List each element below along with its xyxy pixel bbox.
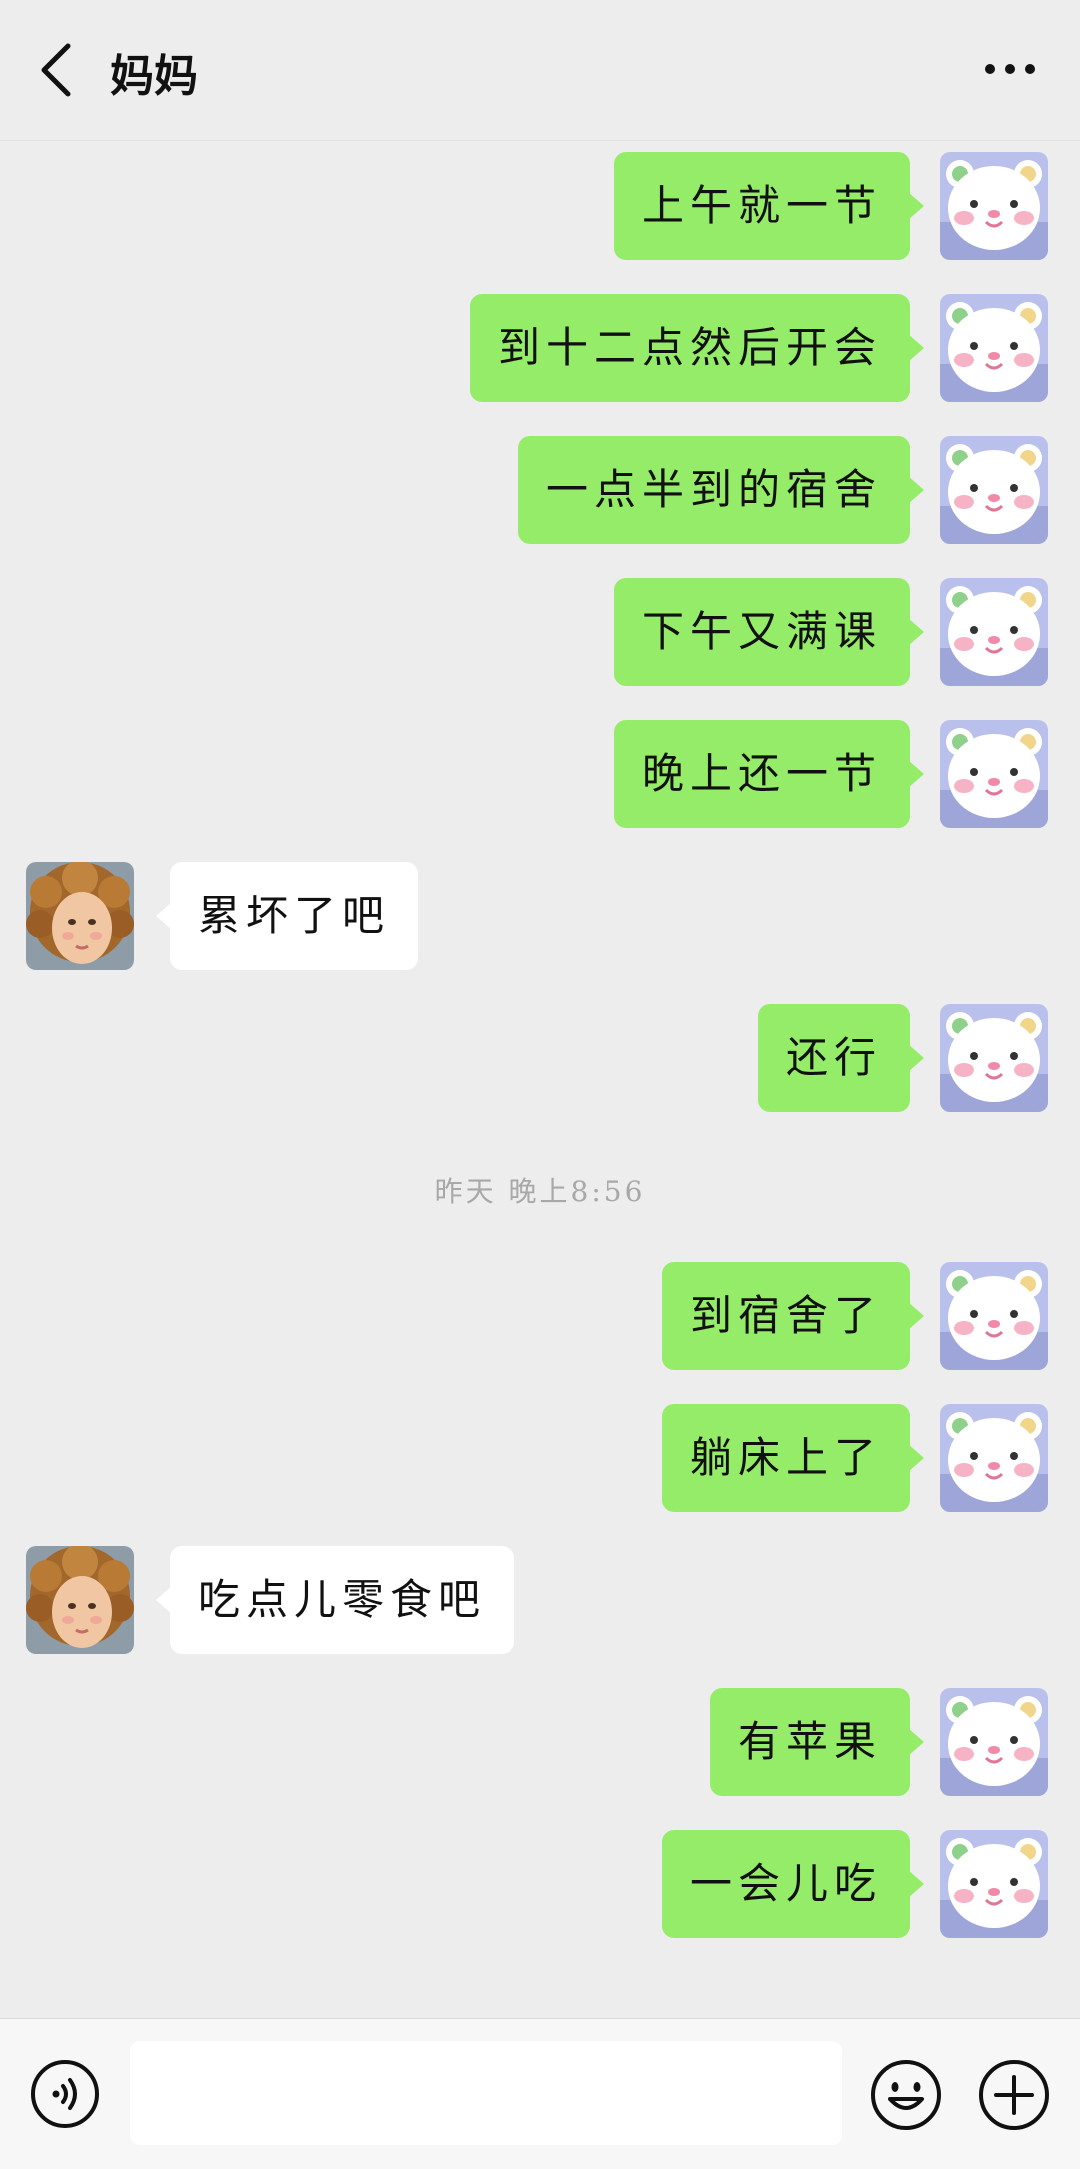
plus-icon [979,2060,1049,2130]
emoji-button[interactable] [870,2059,942,2131]
back-button[interactable] [30,38,82,102]
more-button[interactable] [980,44,1040,94]
message-bubble[interactable]: 到宿舍了 [661,1262,925,1370]
self-avatar[interactable] [940,436,1048,544]
message-bubble[interactable]: 还行 [757,1004,925,1112]
message-bubble[interactable]: 上午就一节 [613,152,925,260]
message-row: 到宿舍了 [0,1262,1080,1374]
message-row: 一点半到的宿舍 [0,436,1080,548]
message-row: 有苹果 [0,1688,1080,1800]
voice-button[interactable] [30,2059,100,2129]
message-bubble[interactable]: 到十二点然后开会 [469,294,925,402]
message-bubble[interactable]: 躺床上了 [661,1404,925,1512]
chevron-left-icon [41,43,71,97]
self-avatar[interactable] [940,578,1048,686]
contact-avatar[interactable] [26,862,134,970]
self-avatar[interactable] [940,1262,1048,1370]
message-row: 一会儿吃 [0,1830,1080,1942]
more-functions-button[interactable] [978,2059,1050,2131]
message-bubble[interactable]: 有苹果 [709,1688,925,1796]
message-row: 躺床上了 [0,1404,1080,1516]
self-avatar[interactable] [940,294,1048,402]
chat-title: 妈妈 [110,51,198,102]
header-bar: 妈妈 [0,0,1080,141]
self-avatar[interactable] [940,152,1048,260]
self-avatar[interactable] [940,1830,1048,1938]
voice-icon [31,2060,99,2128]
self-avatar[interactable] [940,720,1048,828]
message-bubble[interactable]: 下午又满课 [613,578,925,686]
message-bubble[interactable]: 一点半到的宿舍 [517,436,925,544]
message-list: 上午就一节 到十二点然后开会 一点半到的宿舍 下午又满课 晚上还一节 累坏了吧 … [0,140,1080,2010]
emoji-icon [871,2060,941,2130]
message-bubble[interactable]: 一会儿吃 [661,1830,925,1938]
more-dots-icon [985,64,1035,74]
message-row: 晚上还一节 [0,720,1080,832]
message-input[interactable] [130,2041,842,2145]
self-avatar[interactable] [940,1688,1048,1796]
self-avatar[interactable] [940,1004,1048,1112]
message-bubble[interactable]: 晚上还一节 [613,720,925,828]
message-row: 到十二点然后开会 [0,294,1080,406]
message-row: 累坏了吧 [0,862,1080,974]
message-bubble[interactable]: 吃点儿零食吧 [155,1546,515,1654]
timestamp-divider: 昨天 晚上8:56 [434,1175,646,1208]
message-row: 上午就一节 [0,152,1080,264]
message-row: 下午又满课 [0,578,1080,690]
message-row: 还行 [0,1004,1080,1116]
contact-avatar[interactable] [26,1546,134,1654]
self-avatar[interactable] [940,1404,1048,1512]
input-bar [0,2018,1080,2169]
message-row: 吃点儿零食吧 [0,1546,1080,1658]
message-bubble[interactable]: 累坏了吧 [155,862,419,970]
